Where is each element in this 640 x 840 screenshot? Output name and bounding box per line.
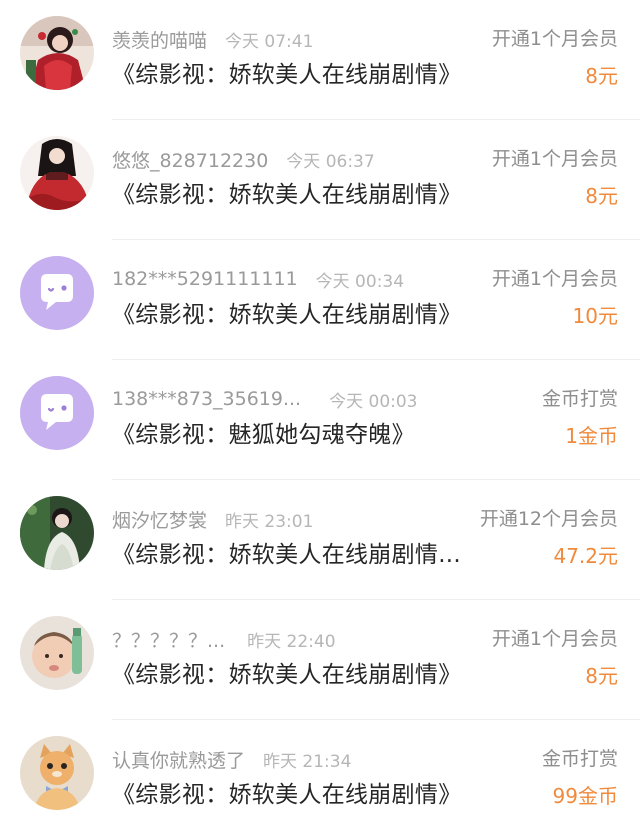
book-title[interactable]: 《综影视：娇软美人在线崩剧情... — [112, 538, 461, 572]
record-meta: ？？？？？... 昨天 22:40 — [112, 624, 336, 654]
book-title[interactable]: 《综影视：娇软美人在线崩剧情》 — [112, 778, 462, 812]
amount: 47.2元 — [553, 544, 618, 568]
amount: 1金币 — [565, 424, 618, 448]
book-title[interactable]: 《综影视：娇软美人在线崩剧情》 — [112, 298, 462, 332]
record-meta: 138***873_35619... 今天 00:03 — [112, 384, 418, 414]
default-chat-bubble-avatar-icon — [20, 376, 94, 450]
username[interactable]: 认真你就熟透了 — [112, 746, 245, 773]
action-type: 开通1个月会员 — [491, 28, 618, 50]
record-meta: 认真你就熟透了 昨天 21:34 — [112, 744, 351, 774]
book-title[interactable]: 《综影视：娇软美人在线崩剧情》 — [112, 58, 462, 92]
avatar-anime-girl-red-icon — [20, 16, 94, 90]
username[interactable]: 悠悠_828712230 — [112, 146, 268, 173]
avatar[interactable] — [20, 16, 94, 90]
action-type: 开通12个月会员 — [479, 508, 618, 530]
reward-record-list: 羡羡的喵喵 今天 07:41 开通1个月会员 《综影视：娇软美人在线崩剧情》 8… — [0, 0, 640, 838]
record-meta: 羡羡的喵喵 今天 07:41 — [112, 24, 313, 54]
action-type: 开通1个月会员 — [491, 628, 618, 650]
record-row[interactable]: 182***5291111111 今天 00:34 开通1个月会员 《综影视：娇… — [0, 240, 640, 360]
avatar[interactable] — [20, 136, 94, 210]
timestamp: 昨天 21:34 — [263, 751, 352, 772]
avatar-cat-icon — [20, 736, 94, 810]
record-meta: 烟汐忆梦裳 昨天 23:01 — [112, 504, 313, 534]
action-type: 金币打赏 — [541, 748, 618, 770]
action-type: 开通1个月会员 — [491, 148, 618, 170]
amount: 8元 — [585, 64, 618, 88]
book-title[interactable]: 《综影视：魅狐她勾魂夺魄》 — [112, 418, 415, 452]
avatar[interactable] — [20, 376, 94, 450]
record-row[interactable]: 认真你就熟透了 昨天 21:34 金币打赏 《综影视：娇软美人在线崩剧情》 99… — [0, 720, 640, 840]
avatar-girl-green-icon — [20, 496, 94, 570]
timestamp: 今天 00:03 — [329, 391, 418, 412]
default-chat-bubble-avatar-icon — [20, 256, 94, 330]
timestamp: 今天 07:41 — [225, 31, 314, 52]
avatar-red-dress-girl-icon — [20, 136, 94, 210]
record-row[interactable]: 138***873_35619... 今天 00:03 金币打赏 《综影视：魅狐… — [0, 360, 640, 480]
timestamp: 今天 06:37 — [286, 151, 375, 172]
username[interactable]: 138***873_35619... — [112, 388, 301, 410]
username[interactable]: ？？？？？... — [112, 626, 225, 653]
avatar[interactable] — [20, 736, 94, 810]
book-title[interactable]: 《综影视：娇软美人在线崩剧情》 — [112, 658, 462, 692]
avatar[interactable] — [20, 496, 94, 570]
record-meta: 悠悠_828712230 今天 06:37 — [112, 144, 375, 174]
username[interactable]: 羡羡的喵喵 — [112, 26, 207, 53]
record-meta: 182***5291111111 今天 00:34 — [112, 264, 404, 294]
username[interactable]: 182***5291111111 — [112, 268, 298, 290]
amount: 10元 — [572, 304, 618, 328]
avatar[interactable] — [20, 256, 94, 330]
record-row[interactable]: 悠悠_828712230 今天 06:37 开通1个月会员 《综影视：娇软美人在… — [0, 120, 640, 240]
action-type: 金币打赏 — [541, 388, 618, 410]
record-row[interactable]: 烟汐忆梦裳 昨天 23:01 开通12个月会员 《综影视：娇软美人在线崩剧情..… — [0, 480, 640, 600]
amount: 8元 — [585, 664, 618, 688]
record-row[interactable]: 羡羡的喵喵 今天 07:41 开通1个月会员 《综影视：娇软美人在线崩剧情》 8… — [0, 0, 640, 120]
avatar[interactable] — [20, 616, 94, 690]
record-row[interactable]: ？？？？？... 昨天 22:40 开通1个月会员 《综影视：娇软美人在线崩剧情… — [0, 600, 640, 720]
amount: 8元 — [585, 184, 618, 208]
book-title[interactable]: 《综影视：娇软美人在线崩剧情》 — [112, 178, 462, 212]
timestamp: 今天 00:34 — [315, 271, 405, 292]
timestamp: 昨天 22:40 — [247, 631, 336, 652]
amount: 99金币 — [552, 784, 618, 808]
avatar-baby-icon — [20, 616, 94, 690]
action-type: 开通1个月会员 — [491, 268, 618, 290]
username[interactable]: 烟汐忆梦裳 — [112, 506, 207, 533]
timestamp: 昨天 23:01 — [225, 511, 314, 532]
